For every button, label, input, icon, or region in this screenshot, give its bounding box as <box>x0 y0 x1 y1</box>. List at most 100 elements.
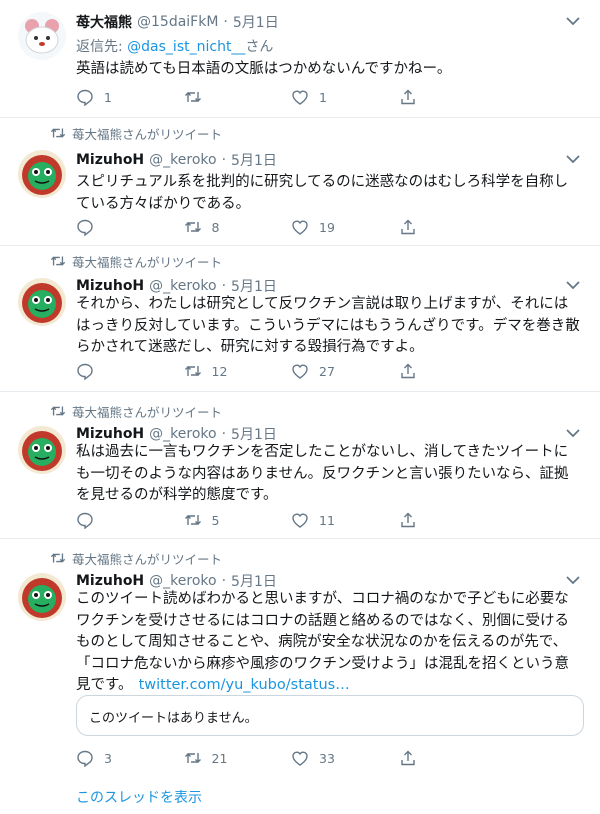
separator-dot: · <box>223 14 228 30</box>
reply-icon <box>77 363 93 380</box>
share-button[interactable] <box>399 509 507 531</box>
tweet-header: MizuhoH @_keroko · 5月1日 <box>76 571 277 591</box>
retweet-note-text[interactable]: 苺大福熊さんがリツイート <box>72 124 222 143</box>
retweet-note: 苺大福熊さんがリツイート <box>50 252 222 270</box>
caret-down-icon[interactable] <box>564 424 582 442</box>
tweet-date[interactable]: 5月1日 <box>231 276 277 296</box>
like-button[interactable]: 1 <box>291 86 399 108</box>
user-handle[interactable]: @_keroko <box>149 426 216 442</box>
user-handle[interactable]: @_keroko <box>149 573 216 589</box>
display-name[interactable]: 苺大福熊 <box>76 12 132 32</box>
reply-button[interactable]: 3 <box>76 747 184 769</box>
user-handle[interactable]: @_keroko <box>149 278 216 294</box>
share-icon <box>400 89 415 105</box>
retweet-note: 苺大福熊さんがリツイート <box>50 124 222 142</box>
display-name[interactable]: MizuhoH <box>76 278 144 294</box>
like-button[interactable]: 27 <box>291 360 399 382</box>
avatar[interactable] <box>18 426 66 474</box>
caret-down-icon[interactable] <box>564 571 582 589</box>
retweet-note-text[interactable]: 苺大福熊さんがリツイート <box>72 549 222 568</box>
tweet-date[interactable]: 5月1日 <box>231 150 277 170</box>
retweet-button[interactable]: 21 <box>184 747 292 769</box>
tweet-actions: 12 27 <box>76 360 506 382</box>
like-icon <box>292 220 308 235</box>
like-button[interactable]: 33 <box>291 747 399 769</box>
reply-icon <box>77 219 93 236</box>
retweet-button[interactable]: 5 <box>184 509 292 531</box>
show-thread-link[interactable]: このスレッドを表示 <box>76 787 202 807</box>
share-button[interactable] <box>399 216 507 238</box>
caret-down-icon[interactable] <box>564 150 582 168</box>
reply-button[interactable]: 1 <box>76 86 184 108</box>
like-button[interactable]: 19 <box>291 216 399 238</box>
reply-count: 1 <box>104 89 112 105</box>
user-handle[interactable]: @_keroko <box>149 152 216 168</box>
retweet-note: 苺大福熊さんがリツイート <box>50 402 222 420</box>
display-name[interactable]: MizuhoH <box>76 426 144 442</box>
tweet-date[interactable]: 5月1日 <box>233 12 279 32</box>
avatar[interactable] <box>18 573 66 621</box>
tweet[interactable]: 苺大福熊 @15daiFkM · 5月1日 返信先: @das_ist_nich… <box>0 0 600 118</box>
reply-icon <box>77 750 93 767</box>
retweet-icon <box>184 222 201 232</box>
tweet-text: それから、わたしは研究として反ワクチン言説は取り上げますが、それにははっきり反対… <box>76 296 580 355</box>
reply-suffix: さん <box>245 39 274 55</box>
tweet-header: MizuhoH @_keroko · 5月1日 <box>76 150 277 170</box>
tweet-date[interactable]: 5月1日 <box>231 571 277 591</box>
tweet-header: MizuhoH @_keroko · 5月1日 <box>76 276 277 296</box>
share-icon <box>400 512 415 528</box>
reply-mention[interactable]: @das_ist_nicht__ <box>127 39 245 55</box>
share-icon <box>400 219 415 235</box>
quoted-tweet-unavailable: このツイートはありません。 <box>76 695 584 736</box>
caret-down-icon[interactable] <box>564 276 582 294</box>
user-handle[interactable]: @15daiFkM <box>137 14 218 30</box>
tweet-actions: 1 1 <box>76 86 506 108</box>
share-icon <box>400 750 415 766</box>
share-button[interactable] <box>399 86 507 108</box>
retweet-small-icon <box>50 553 66 563</box>
retweet-button[interactable]: 12 <box>184 360 292 382</box>
reply-button[interactable] <box>76 360 184 382</box>
display-name[interactable]: MizuhoH <box>76 573 144 589</box>
share-button[interactable] <box>399 360 507 382</box>
separator-dot: · <box>221 278 227 294</box>
avatar[interactable] <box>18 278 66 326</box>
retweet-button[interactable] <box>184 86 292 108</box>
display-name[interactable]: MizuhoH <box>76 152 144 168</box>
tweet-text: 英語は読めても日本語の文脈はつかめないんですかねー。 <box>76 61 452 77</box>
avatar[interactable] <box>18 12 66 60</box>
tweet-text: このツイート読めばわかると思いますが、コロナ禍のなかで子どもに必要なワクチンを受… <box>76 589 581 697</box>
reply-to: 返信先: @das_ist_nicht__さん <box>76 36 273 56</box>
retweet-note-text[interactable]: 苺大福熊さんがリツイート <box>72 252 222 271</box>
retweet-icon <box>184 366 201 376</box>
separator-dot: · <box>221 152 227 168</box>
caret-down-icon[interactable] <box>564 12 582 30</box>
avatar[interactable] <box>18 150 66 198</box>
tweet[interactable]: 苺大福熊さんがリツイート MizuhoH @_keroko · 5月1日 このツ… <box>0 539 600 814</box>
reply-prefix: 返信先: <box>76 39 128 55</box>
retweet-button[interactable]: 8 <box>184 216 292 238</box>
quote-unavailable-text: このツイートはありません。 <box>89 711 258 726</box>
tweet-actions: 5 11 <box>76 509 506 531</box>
tweet[interactable]: 苺大福熊さんがリツイート MizuhoH @_keroko · 5月1日 私は過… <box>0 392 600 539</box>
retweet-note-text[interactable]: 苺大福熊さんがリツイート <box>72 402 222 421</box>
like-count: 1 <box>319 89 327 105</box>
reply-button[interactable] <box>76 216 184 238</box>
tweet[interactable]: 苺大福熊さんがリツイート MizuhoH @_keroko · 5月1日 スピリ… <box>0 118 600 246</box>
tweet-actions: 8 19 <box>76 216 506 238</box>
tweet[interactable]: 苺大福熊さんがリツイート MizuhoH @_keroko · 5月1日 それか… <box>0 246 600 392</box>
retweet-icon <box>184 753 201 763</box>
retweet-note: 苺大福熊さんがリツイート <box>50 549 222 567</box>
like-count: 11 <box>319 512 335 528</box>
separator-dot: · <box>221 573 227 589</box>
tweet-header: 苺大福熊 @15daiFkM · 5月1日 <box>76 12 279 32</box>
reply-icon <box>77 512 93 529</box>
share-button[interactable] <box>399 747 507 769</box>
reply-button[interactable] <box>76 509 184 531</box>
retweet-icon <box>184 515 201 525</box>
tweet-date[interactable]: 5月1日 <box>231 424 277 444</box>
tweet-link[interactable]: twitter.com/yu_kubo/status… <box>139 677 350 693</box>
like-count: 19 <box>319 219 335 235</box>
like-button[interactable]: 11 <box>291 509 399 531</box>
retweet-count: 5 <box>211 512 220 528</box>
